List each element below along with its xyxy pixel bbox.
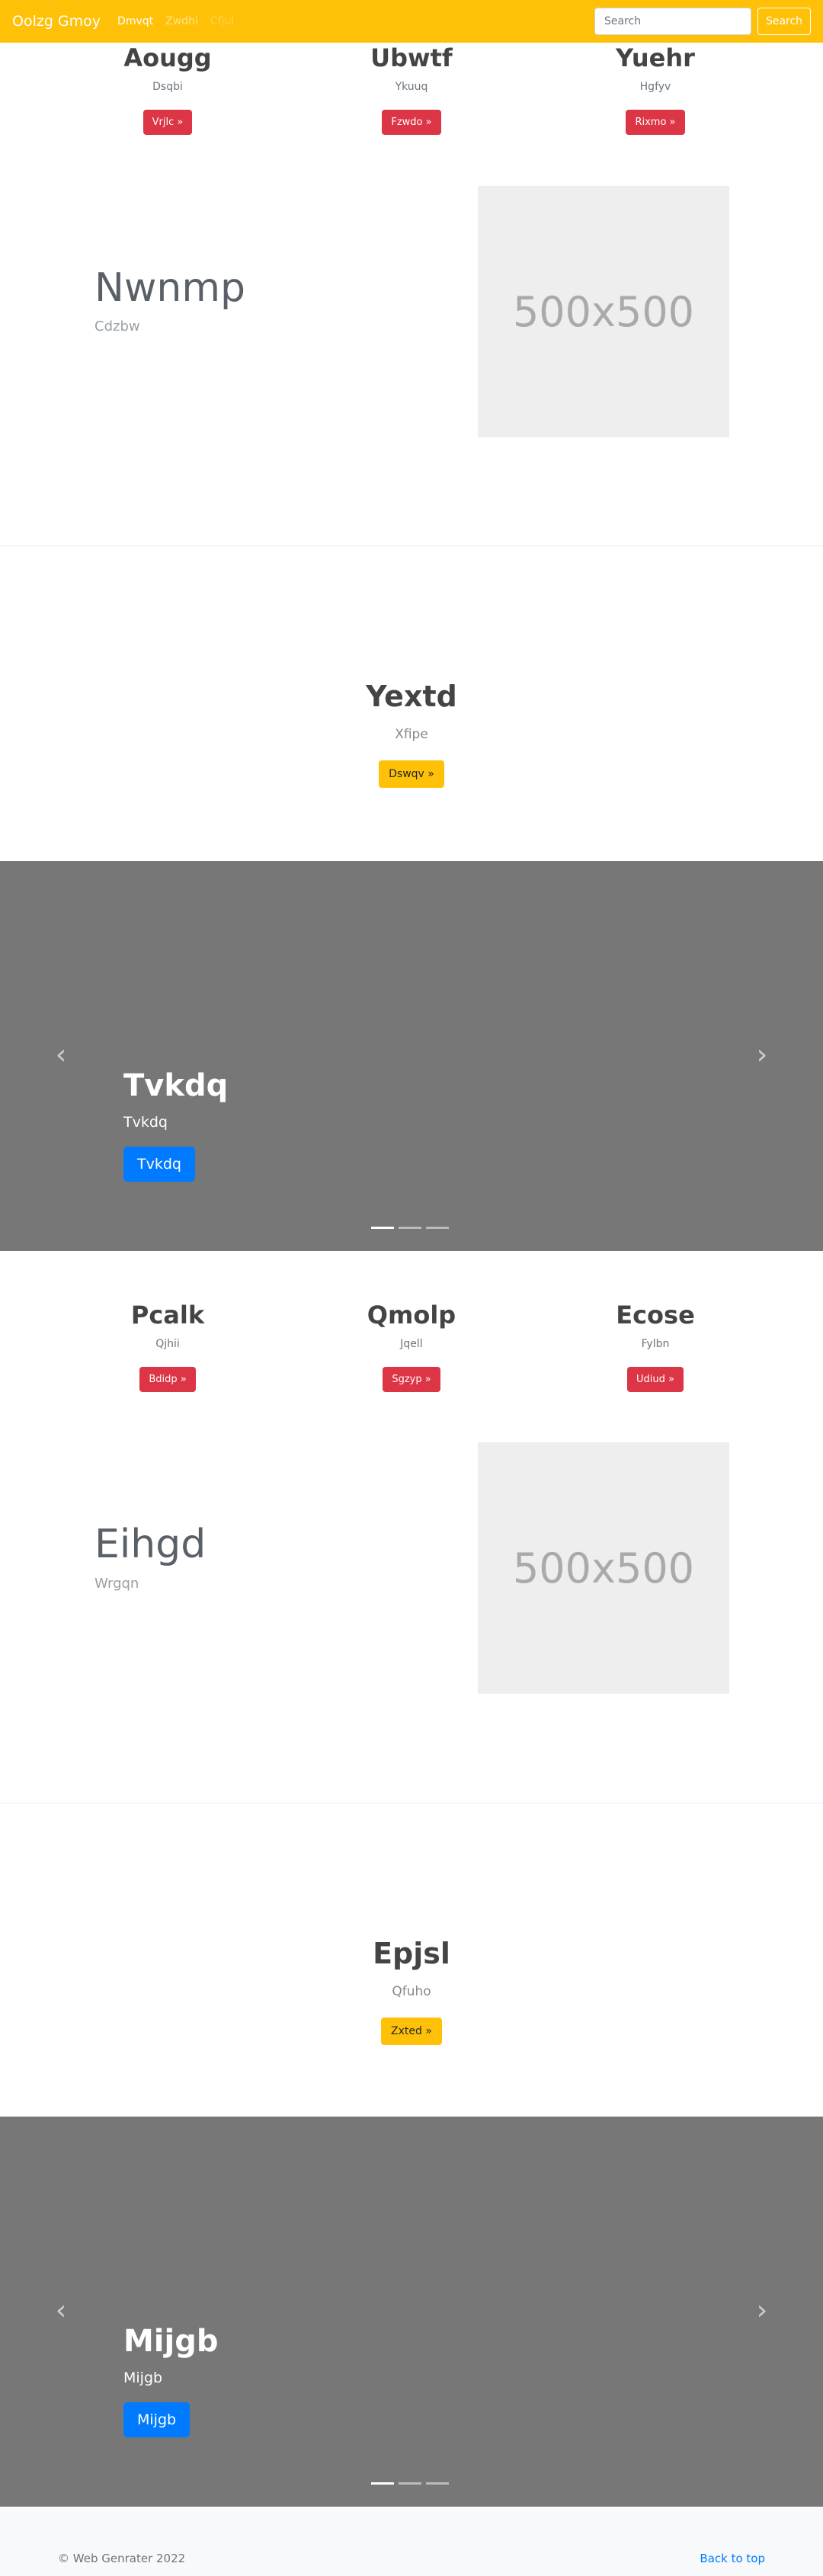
featurette-subheading: Cdzbw xyxy=(94,318,140,334)
carousel-indicator[interactable] xyxy=(426,2482,449,2485)
column-title: Ecose xyxy=(616,1301,695,1330)
jumbotron: Epjsl Qfuho Zxted » xyxy=(0,1937,823,2045)
jumbotron-button[interactable]: Dswqv » xyxy=(379,760,444,788)
carousel-indicator[interactable] xyxy=(399,1227,421,1229)
footer-copyright: © Web Genrater 2022 xyxy=(58,2552,186,2565)
column: Aougg Dsqbi Vrjlc » xyxy=(46,46,290,135)
featurette-image-placeholder: 500x500 xyxy=(478,186,729,437)
column: Ubwtf Ykuuq Fzwdo » xyxy=(290,46,533,135)
featurette-heading: Eihgd xyxy=(94,1522,207,1567)
nav-link-3: Cfjul xyxy=(210,15,235,27)
search-input[interactable] xyxy=(594,8,751,35)
column-subtitle: Jqell xyxy=(400,1338,423,1350)
column-subtitle: Qjhii xyxy=(155,1338,180,1350)
carousel-indicator[interactable] xyxy=(371,2482,394,2485)
column-button[interactable]: Fzwdo » xyxy=(382,110,441,135)
column-button[interactable]: Rixmo » xyxy=(626,110,685,135)
nav-link-1[interactable]: Dmvqt xyxy=(117,15,153,27)
column-button[interactable]: Bdidp » xyxy=(139,1367,196,1392)
chevron-right-icon[interactable]: › xyxy=(754,2296,770,2326)
column-subtitle: Ykuuq xyxy=(395,81,428,93)
column-title: Aougg xyxy=(123,43,212,72)
jumbotron-title: Epjsl xyxy=(373,1937,450,1970)
column: Qmolp Jqell Sgzyp » xyxy=(290,1303,533,1392)
jumbotron-title: Yextd xyxy=(366,680,457,713)
column-button[interactable]: Vrjlc » xyxy=(143,110,193,135)
chevron-right-icon[interactable]: › xyxy=(754,1040,770,1070)
featurette-subheading: Wrgqn xyxy=(94,1576,139,1592)
column-button[interactable]: Sgzyp » xyxy=(383,1367,440,1392)
column-subtitle: Fylbn xyxy=(641,1338,670,1350)
footer: © Web Genrater 2022 Back to top xyxy=(0,2507,823,2576)
navbar: Oolzg Gmoy Dmvqt Zwdhi Cfjul Search xyxy=(0,0,823,43)
jumbotron-button[interactable]: Zxted » xyxy=(381,2018,442,2045)
marketing-columns-2: Pcalk Qjhii Bdidp » Qmolp Jqell Sgzyp » … xyxy=(0,1303,823,1392)
marketing-columns-1: Aougg Dsqbi Vrjlc » Ubwtf Ykuuq Fzwdo » … xyxy=(0,46,823,135)
navbar-brand[interactable]: Oolzg Gmoy xyxy=(12,13,101,30)
jumbotron-subtitle: Xfipe xyxy=(395,727,428,742)
carousel-button[interactable]: Mijgb xyxy=(123,2402,191,2437)
column: Ecose Fylbn Udiud » xyxy=(533,1303,777,1392)
back-to-top-link[interactable]: Back to top xyxy=(700,2552,765,2565)
column-title: Qmolp xyxy=(367,1301,456,1330)
column: Pcalk Qjhii Bdidp » xyxy=(46,1303,290,1392)
search-button[interactable]: Search xyxy=(757,8,811,35)
nav-link-2[interactable]: Zwdhi xyxy=(165,15,198,27)
carousel-indicator[interactable] xyxy=(371,1227,394,1229)
carousel-button[interactable]: Tvkdq xyxy=(123,1147,195,1182)
carousel-caption-subtitle: Tvkdq xyxy=(123,1114,168,1131)
column-title: Yuehr xyxy=(616,43,695,72)
carousel-caption-subtitle: Mijgb xyxy=(123,2370,163,2386)
featurette-image-placeholder: 500x500 xyxy=(478,1442,729,1694)
carousel-indicator[interactable] xyxy=(426,1227,449,1229)
carousel-indicators xyxy=(371,1227,449,1229)
carousel: ‹ › Tvkdq Tvkdq Tvkdq xyxy=(0,861,823,1251)
jumbotron-subtitle: Qfuho xyxy=(392,1984,431,1999)
jumbotron: Yextd Xfipe Dswqv » xyxy=(0,680,823,788)
carousel: ‹ › Mijgb Mijgb Mijgb xyxy=(0,2117,823,2507)
column-button[interactable]: Udiud » xyxy=(627,1367,684,1392)
column-subtitle: Dsqbi xyxy=(152,81,183,93)
column: Yuehr Hgfyv Rixmo » xyxy=(533,46,777,135)
chevron-left-icon[interactable]: ‹ xyxy=(53,2296,69,2326)
carousel-indicator[interactable] xyxy=(399,2482,421,2485)
column-title: Pcalk xyxy=(130,1301,205,1330)
carousel-caption-title: Tvkdq xyxy=(123,1068,229,1103)
carousel-indicators xyxy=(371,2482,449,2485)
column-subtitle: Hgfyv xyxy=(639,81,671,93)
chevron-left-icon[interactable]: ‹ xyxy=(53,1040,69,1070)
column-title: Ubwtf xyxy=(370,43,453,72)
carousel-caption-title: Mijgb xyxy=(123,2324,219,2359)
featurette-heading: Nwnmp xyxy=(94,265,246,311)
